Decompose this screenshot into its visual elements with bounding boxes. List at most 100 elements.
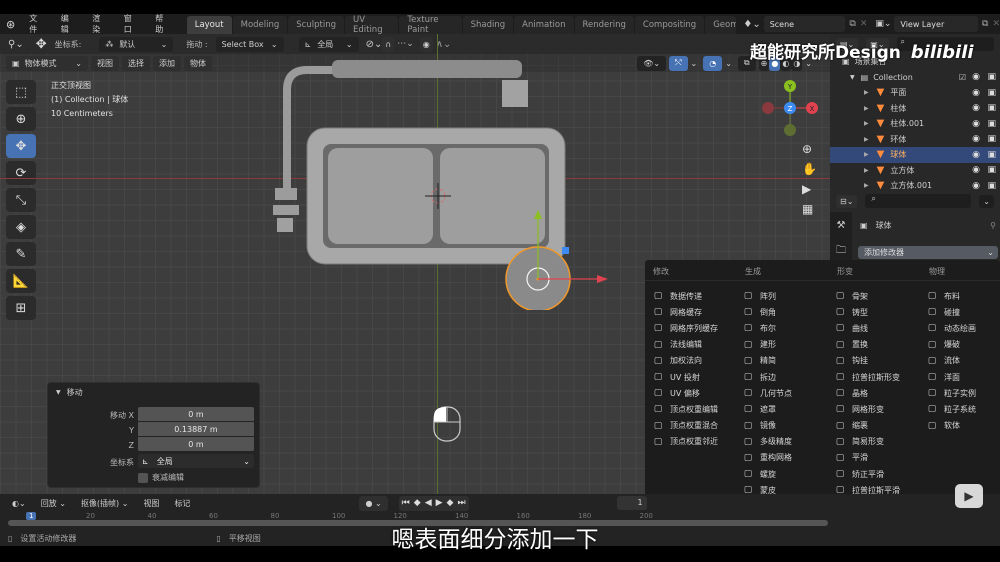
modifier-item[interactable]: ▢ 重构网格	[741, 450, 831, 466]
checkbox-box[interactable]	[138, 472, 148, 483]
falloff-icon[interactable]: ∧⌄	[436, 39, 452, 50]
redo-panel-header[interactable]: ▼ 移动	[48, 383, 259, 401]
editor-type-icon[interactable]: ⊟⌄	[836, 194, 858, 208]
ortho-grid-icon[interactable]: ▦	[802, 202, 817, 216]
eye-icon[interactable]: ◉	[972, 119, 980, 129]
zoom-icon[interactable]: ⊕	[802, 142, 817, 156]
modifier-item[interactable]: ▢ 螺旋	[741, 466, 831, 482]
modifier-item[interactable]: ▢ 多级精度	[741, 434, 831, 450]
modifier-item[interactable]: ▢ 粒子系统	[925, 401, 976, 417]
camera-render-icon[interactable]: ▣	[987, 134, 996, 144]
prev-keyframe-icon[interactable]: ◆	[414, 498, 421, 508]
outliner-item[interactable]: ▶ ▼ 环体 ◉ ▣	[830, 132, 1000, 148]
render-tab-icon[interactable]: 🗀	[830, 243, 852, 260]
modifier-item[interactable]: ▢ 倒角	[741, 304, 831, 320]
keying-dropdown[interactable]: 抠像(插帧) ⌄	[74, 495, 135, 511]
gizmo-dropdown[interactable]: ⌄	[691, 59, 698, 68]
scene-icon[interactable]: ♦⌄	[743, 19, 760, 30]
new-view-layer-icon[interactable]: ⧉	[982, 19, 988, 29]
view-layer-selector[interactable]: View Layer	[894, 16, 979, 32]
add-modifier-button[interactable]: 添加修改器 ⌄	[858, 246, 998, 259]
move-tool[interactable]: ✥	[6, 134, 36, 158]
modifier-item[interactable]: ▢ 加权法向	[651, 353, 718, 369]
timeline-menu-marker[interactable]: 标记	[168, 496, 196, 511]
tab-rendering[interactable]: Rendering	[574, 16, 634, 34]
expand-triangle-icon[interactable]: ▼	[850, 74, 855, 81]
tab-sculpting[interactable]: Sculpting	[288, 16, 344, 34]
menu-window[interactable]: 窗口	[116, 13, 147, 35]
collection-row[interactable]: ▼ ▤ Collection ☑ ◉ ▣	[830, 70, 1000, 86]
pivot-link-icon[interactable]: ⊘⌄	[366, 39, 383, 50]
tab-animation[interactable]: Animation	[514, 16, 574, 34]
tab-modeling[interactable]: Modeling	[232, 16, 288, 34]
select-box-tool[interactable]: ⬚	[6, 80, 36, 104]
eye-icon[interactable]: ◉	[972, 72, 980, 82]
editor-type-clock-icon[interactable]: ◐⌄	[6, 495, 32, 511]
orientation-dropdown[interactable]: ⊾ 全局 ⌄	[138, 454, 254, 468]
tab-uv-editing[interactable]: UV Editing	[344, 15, 399, 35]
menu-edit[interactable]: 编辑	[53, 13, 84, 35]
camera-render-icon[interactable]: ▣	[987, 88, 996, 98]
camera-render-icon[interactable]: ▣	[987, 150, 996, 160]
navigation-gizmo[interactable]: Y X Z	[758, 78, 818, 138]
outliner-item[interactable]: ▶ ▼ 柱体 ◉ ▣	[830, 101, 1000, 117]
tab-geometry-nodes[interactable]: Geome	[705, 16, 737, 34]
modifier-item[interactable]: ▢ 顶点权重编辑	[651, 401, 718, 417]
modifier-item[interactable]: ▢ 洋面	[925, 369, 976, 385]
outliner-item[interactable]: ▶ ▼ 球体 ◉ ▣	[830, 147, 1000, 163]
modifier-item[interactable]: ▢ 数据传递	[651, 288, 718, 304]
add-cube-tool[interactable]: ⊞	[6, 296, 36, 320]
jump-start-icon[interactable]: ⏮	[402, 498, 410, 508]
eye-icon[interactable]: ◉	[972, 150, 980, 160]
transform-pivot-icon[interactable]: ⚲⌄	[8, 39, 24, 50]
collection-checkbox[interactable]: ☑	[959, 73, 966, 82]
expand-triangle-icon[interactable]: ▶	[864, 182, 869, 189]
record-button[interactable]: ● ⌄	[359, 495, 388, 511]
tool-tab-icon[interactable]: ⚒	[830, 220, 852, 231]
outliner-item[interactable]: ▶ ▼ 柱体.001 ◉ ▣	[830, 116, 1000, 132]
modifier-item[interactable]: ▢ UV 偏移	[651, 385, 718, 401]
eye-icon[interactable]: ◉	[972, 103, 980, 113]
view-layer-icon[interactable]: ▣⌄	[875, 19, 891, 29]
blender-logo-icon[interactable]: ⊛	[0, 18, 21, 31]
camera-render-icon[interactable]: ▣	[987, 119, 996, 129]
eye-icon[interactable]: ◉	[972, 165, 980, 175]
playback-dropdown[interactable]: 回放 ⌄	[34, 495, 72, 511]
scale-tool[interactable]: ⤡	[6, 188, 36, 212]
timeline-menu-view[interactable]: 视图	[137, 496, 165, 511]
eye-icon[interactable]: ◉	[972, 134, 980, 144]
move-z-field[interactable]: 0 m	[138, 437, 254, 451]
next-keyframe-icon[interactable]: ◆	[447, 498, 454, 508]
camera-icon[interactable]: ▶	[802, 182, 817, 196]
modifier-item[interactable]: ▢ 软体	[925, 418, 976, 434]
menu-select[interactable]: 选择	[122, 55, 150, 71]
modifier-item[interactable]: ▢ 几何节点	[741, 385, 831, 401]
menu-view[interactable]: 视图	[91, 55, 119, 71]
expand-triangle-icon[interactable]: ▶	[864, 120, 869, 127]
new-scene-icon[interactable]: ⧉	[849, 19, 855, 29]
tab-compositing[interactable]: Compositing	[634, 16, 705, 34]
move-x-field[interactable]: 0 m	[138, 407, 254, 421]
mode-dropdown[interactable]: ▣ 物体模式 ⌄	[6, 55, 88, 71]
modifier-item[interactable]: ▢ 建形	[741, 337, 831, 353]
camera-render-icon[interactable]: ▣	[987, 103, 996, 113]
expand-triangle-icon[interactable]: ▶	[864, 105, 869, 112]
properties-search[interactable]: ⌕	[865, 194, 972, 208]
properties-options[interactable]: ⌄	[979, 194, 994, 208]
overlay-toggle[interactable]: ◔	[703, 55, 723, 71]
modifier-item[interactable]: ▢ 布料	[925, 288, 976, 304]
camera-render-icon[interactable]: ▣	[987, 165, 996, 175]
menu-file[interactable]: 文件	[21, 13, 52, 35]
pan-hand-icon[interactable]: ✋	[802, 162, 817, 176]
measure-tool[interactable]: 📐	[6, 269, 36, 293]
modifier-item[interactable]: ▢ 阵列	[741, 288, 831, 304]
outliner-item[interactable]: ▶ ▼ 平面 ◉ ▣	[830, 85, 1000, 101]
rotate-tool[interactable]: ⟳	[6, 161, 36, 185]
modifier-item[interactable]: ▢ 骨架	[833, 288, 900, 304]
modifier-item[interactable]: ▢ 碰撞	[925, 304, 976, 320]
visibility-dropdown[interactable]: 👁 ⌄	[637, 55, 667, 71]
modifier-item[interactable]: ▢ 晶格	[833, 385, 900, 401]
modifier-item[interactable]: ▢ 铸型	[833, 304, 900, 320]
camera-render-icon[interactable]: ▣	[987, 72, 996, 82]
menu-render[interactable]: 渲染	[84, 13, 115, 35]
